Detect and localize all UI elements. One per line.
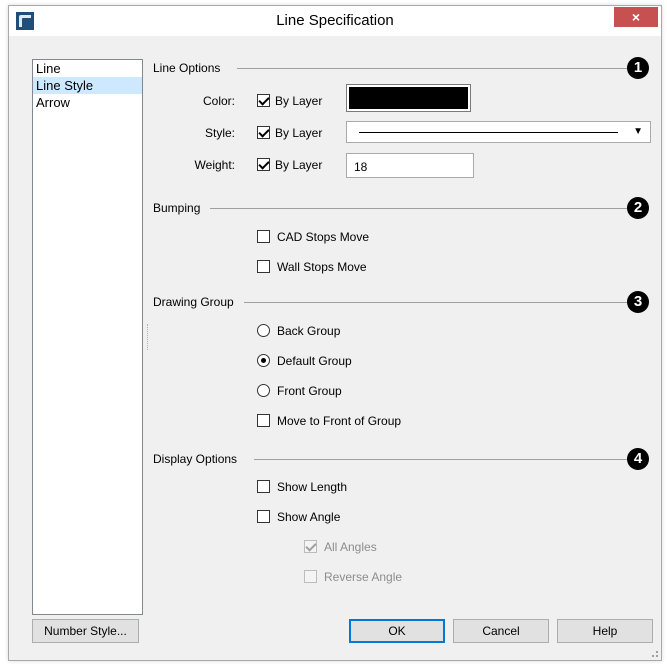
section-divider (237, 68, 627, 69)
show-angle-checkbox[interactable] (257, 510, 270, 523)
style-by-layer-label[interactable]: By Layer (275, 126, 322, 140)
line-style-dropdown[interactable]: ▼ (346, 121, 651, 143)
all-angles-checkbox[interactable] (304, 540, 317, 553)
section-divider (254, 459, 627, 460)
close-button[interactable]: × (614, 7, 658, 27)
ok-button[interactable]: OK (349, 619, 445, 643)
weight-input[interactable]: 18 (346, 153, 474, 178)
default-group-label[interactable]: Default Group (277, 354, 352, 368)
section-display-options-label: Display Options (153, 452, 238, 466)
show-length-label[interactable]: Show Length (277, 480, 347, 494)
move-to-front-checkbox[interactable] (257, 414, 270, 427)
chevron-down-icon: ▼ (633, 126, 643, 137)
all-angles-label[interactable]: All Angles (324, 540, 377, 554)
show-angle-label[interactable]: Show Angle (277, 510, 340, 524)
default-group-radio[interactable] (257, 354, 270, 367)
color-swatch[interactable] (346, 84, 471, 112)
reverse-angle-label[interactable]: Reverse Angle (324, 570, 402, 584)
line-specification-dialog: Line Specification × Line Line Style Arr… (8, 5, 662, 661)
cancel-button[interactable]: Cancel (453, 619, 549, 643)
section-divider (244, 302, 627, 303)
move-to-front-label[interactable]: Move to Front of Group (277, 414, 401, 428)
style-label: Style: (204, 126, 235, 140)
cad-stops-move-checkbox[interactable] (257, 230, 270, 243)
section-line-options-label: Line Options (153, 61, 221, 75)
color-by-layer-label[interactable]: By Layer (275, 94, 322, 108)
cad-stops-move-label[interactable]: CAD Stops Move (277, 230, 369, 244)
title-bar: Line Specification × (9, 6, 661, 36)
callout-2-icon: 2 (627, 197, 649, 219)
weight-label: Weight: (194, 158, 235, 172)
window-title: Line Specification (276, 12, 394, 29)
color-by-layer-checkbox[interactable] (257, 94, 270, 107)
color-fill (349, 87, 468, 109)
close-icon: × (631, 9, 641, 25)
wall-stops-move-checkbox[interactable] (257, 260, 270, 273)
wall-stops-move-label[interactable]: Wall Stops Move (277, 260, 367, 274)
number-style-button[interactable]: Number Style... (32, 619, 139, 643)
front-group-radio[interactable] (257, 384, 270, 397)
list-item-line[interactable]: Line (33, 60, 142, 77)
callout-1-icon: 1 (627, 57, 649, 79)
category-list[interactable]: Line Line Style Arrow (32, 59, 143, 615)
back-group-label[interactable]: Back Group (277, 324, 340, 338)
back-group-radio[interactable] (257, 324, 270, 337)
line-style-sample (359, 132, 618, 133)
color-label: Color: (202, 94, 235, 108)
section-drawing-group-label: Drawing Group (153, 295, 234, 309)
list-item-arrow[interactable]: Arrow (33, 94, 142, 111)
section-divider (210, 208, 627, 209)
splitter-handle[interactable] (147, 324, 150, 350)
reverse-angle-checkbox[interactable] (304, 570, 317, 583)
list-item-line-style[interactable]: Line Style (33, 77, 142, 94)
show-length-checkbox[interactable] (257, 480, 270, 493)
section-bumping-label: Bumping (153, 201, 201, 215)
weight-by-layer-checkbox[interactable] (257, 158, 270, 171)
front-group-label[interactable]: Front Group (277, 384, 342, 398)
resize-grip-icon[interactable] (648, 647, 658, 657)
style-by-layer-checkbox[interactable] (257, 126, 270, 139)
callout-3-icon: 3 (627, 291, 649, 313)
weight-by-layer-label[interactable]: By Layer (275, 158, 322, 172)
callout-4-icon: 4 (627, 448, 649, 470)
help-button[interactable]: Help (557, 619, 653, 643)
